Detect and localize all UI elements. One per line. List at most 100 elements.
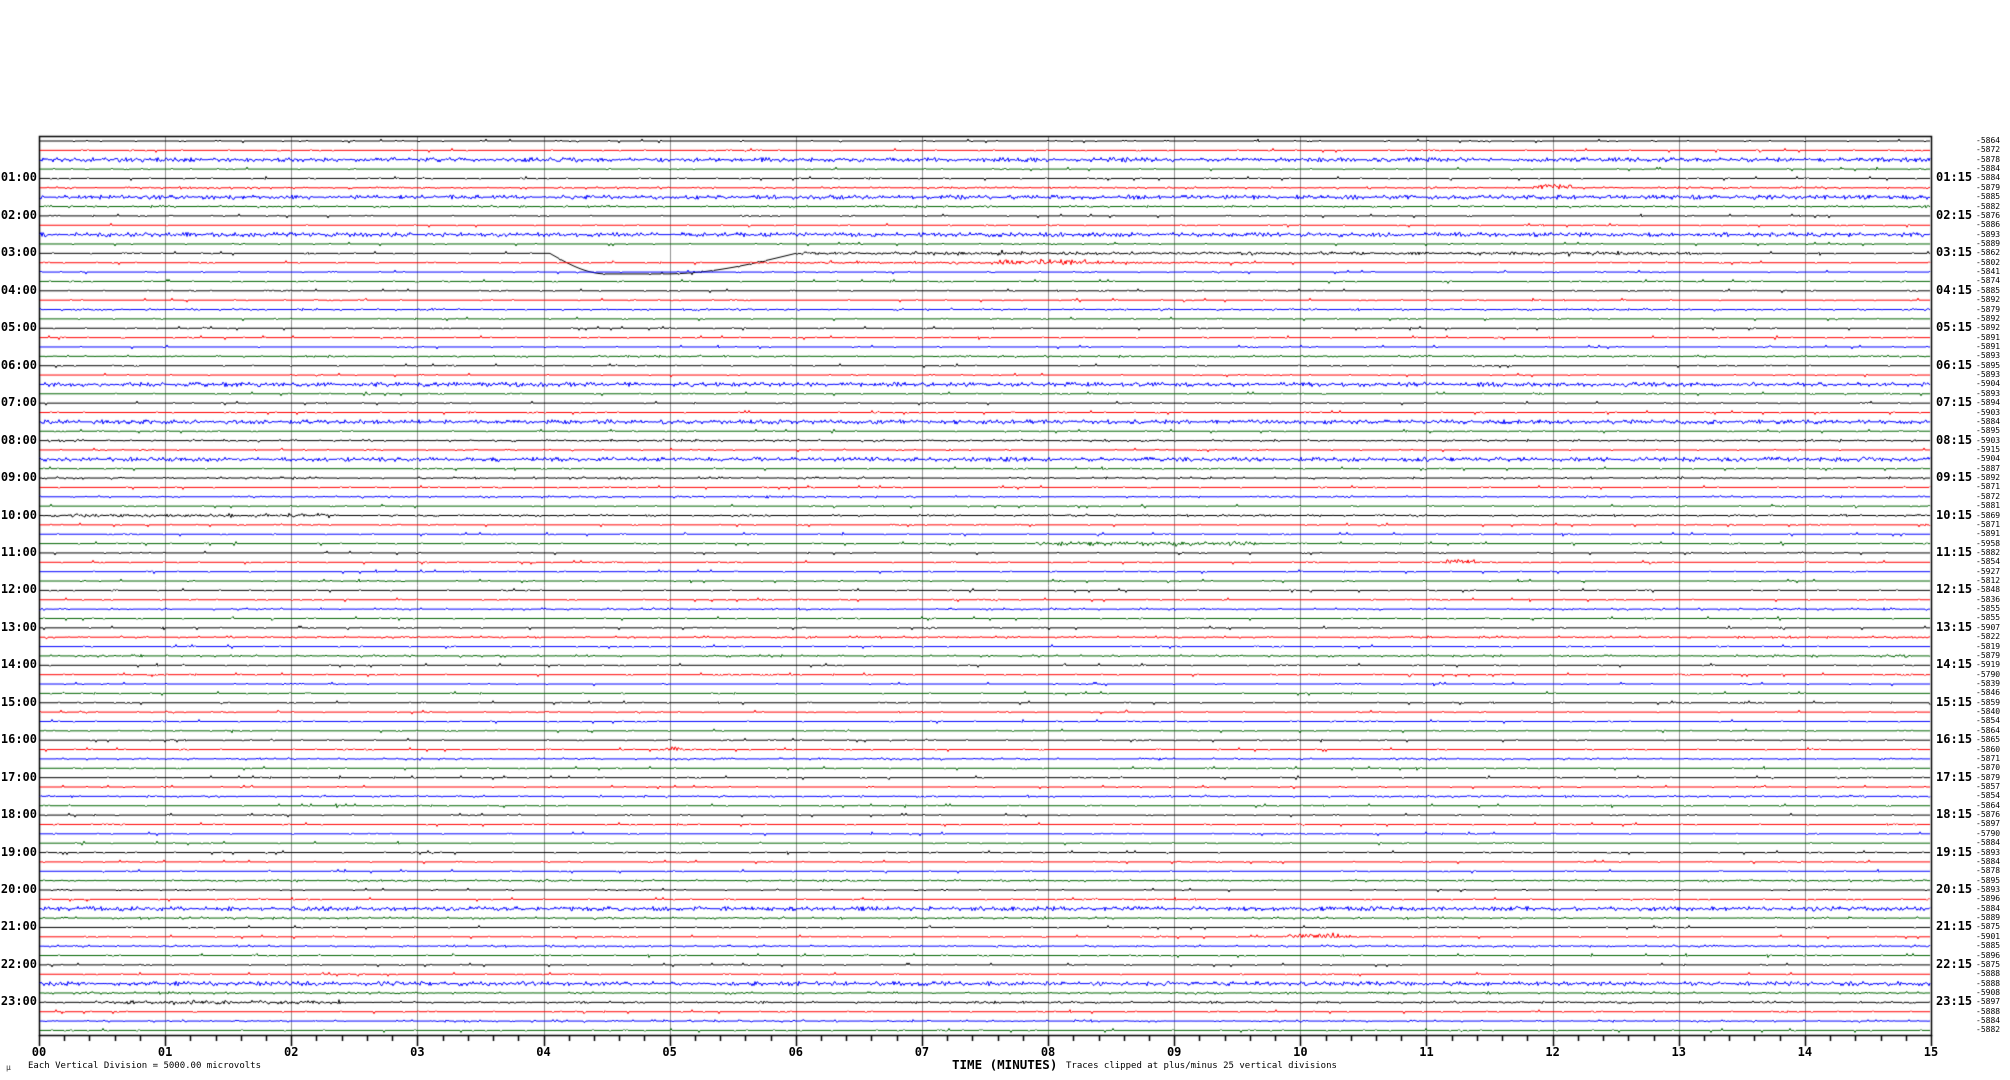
trace-offset-value: -5891 — [1976, 341, 2001, 351]
hour-label-left: 18:00 — [0, 807, 37, 822]
hour-label-right: 23:15 — [1936, 994, 1973, 1009]
hour-label-left: 15:00 — [0, 694, 37, 709]
minute-label: 15 — [1923, 1045, 1939, 1059]
hour-label-right: 22:15 — [1936, 956, 1973, 971]
minute-label: 00 — [31, 1045, 47, 1059]
hour-label-left: 03:00 — [0, 245, 37, 260]
trace-offset-value: -5919 — [1976, 660, 2001, 670]
trace-offset-value: -5879 — [1976, 772, 2001, 782]
trace-offset-value: -5884 — [1976, 1016, 2001, 1026]
trace-offset-value: -5840 — [1976, 707, 2001, 717]
minute-label: 12 — [1545, 1045, 1560, 1059]
trace-offset-value: -5896 — [1976, 894, 2001, 904]
trace-offset-value: -5893 — [1976, 885, 2001, 894]
trace-offset-value: -5892 — [1976, 473, 2001, 483]
hour-label-right: 15:15 — [1936, 694, 1973, 709]
trace-offset-value: -5884 — [1976, 416, 2001, 426]
trace-offset-value: -5895 — [1976, 360, 2001, 370]
trace-offset-value: -5893 — [1976, 229, 2001, 239]
hour-label-right: 01:15 — [1936, 170, 1973, 185]
hour-label-right: 10:15 — [1936, 507, 1973, 522]
trace-offset-value: -5836 — [1976, 594, 2001, 604]
trace-offset-value: -5865 — [1976, 735, 2001, 745]
trace-offset-value: -5927 — [1976, 566, 2001, 576]
minute-label: 14 — [1797, 1045, 1813, 1059]
minute-label: 09 — [1166, 1045, 1182, 1059]
trace-offset-value: -5874 — [1976, 276, 2001, 286]
minute-label: 06 — [788, 1045, 804, 1059]
trace-offset-value: -5897 — [1976, 997, 2001, 1007]
hour-label-right: 02:15 — [1936, 207, 1973, 222]
hour-label-left: 21:00 — [0, 919, 37, 934]
trace-offset-value: -5882 — [1976, 1025, 2001, 1035]
trace-offset-value: -5891 — [1976, 332, 2001, 342]
hour-label-left: 22:00 — [0, 956, 37, 971]
trace-offset-value: -5886 — [1976, 220, 2001, 230]
minute-label: 04 — [536, 1045, 551, 1059]
hour-label-left: 09:00 — [0, 470, 37, 485]
trace-offset-value: -5895 — [1976, 426, 2001, 436]
trace-offset-value: -5879 — [1976, 304, 2001, 314]
hour-label-right: 11:15 — [1936, 544, 1973, 559]
hour-label-right: 03:15 — [1936, 245, 1973, 260]
trace-offset-value: -5892 — [1976, 313, 2001, 323]
hour-label-right: 20:15 — [1936, 882, 1973, 896]
trace-offset-value: -5857 — [1976, 782, 2001, 791]
trace-offset-value: -5855 — [1976, 613, 2001, 623]
minute-label: 02 — [284, 1045, 299, 1059]
hour-label-right: 08:15 — [1936, 432, 1973, 447]
trace-offset-value: -5893 — [1976, 847, 2001, 857]
hour-label-left: 14:00 — [0, 657, 37, 672]
trace-offset-value: -5875 — [1976, 922, 2001, 932]
trace-offset-value: -5888 — [1976, 978, 2001, 988]
trace-offset-value: -5892 — [1976, 323, 2001, 333]
trace-offset-value: -5896 — [1976, 950, 2001, 960]
trace-offset-value: -5893 — [1976, 370, 2001, 380]
trace-offset-value: -5862 — [1976, 248, 2001, 258]
trace-offset-value: -5876 — [1976, 810, 2001, 820]
trace-offset-value: -5958 — [1976, 538, 2001, 548]
trace-offset-value: -5854 — [1976, 716, 2001, 726]
hour-label-right: 16:15 — [1936, 732, 1973, 747]
hour-label-right: 17:15 — [1936, 769, 1973, 784]
trace-offset-value: -5822 — [1976, 632, 2001, 642]
trace-offset-value: -5839 — [1976, 679, 2001, 689]
trace-offset-value: -5888 — [1976, 969, 2001, 979]
minute-label: 03 — [410, 1045, 425, 1059]
trace-offset-value: -5894 — [1976, 398, 2001, 408]
trace-offset-value: -5841 — [1976, 267, 2001, 277]
hour-label-right: 09:15 — [1936, 470, 1973, 485]
scale-note: Each Vertical Division = 5000.00 microvo… — [28, 1061, 261, 1071]
seismogram-plot — [0, 0, 2010, 1080]
trace-offset-value: -5790 — [1976, 828, 2001, 838]
trace-offset-value: -5875 — [1976, 959, 2001, 969]
hour-label-left: 02:00 — [0, 207, 37, 222]
trace-offset-value: -5895 — [1976, 875, 2001, 885]
webicorder-page: P atras S eismology L ab Oct19,2025 DSF … — [0, 0, 2010, 1080]
xaxis-title: TIME (MINUTES) — [952, 1057, 1058, 1072]
trace-offset-value: -5885 — [1976, 941, 2001, 951]
trace-offset-value: -5846 — [1976, 688, 2001, 698]
trace-offset-value: -5884 — [1976, 173, 2001, 183]
trace-offset-value: -5879 — [1976, 650, 2001, 660]
trace-offset-value: -5897 — [1976, 819, 2001, 829]
minute-label: 13 — [1671, 1045, 1686, 1059]
hour-label-left: 08:00 — [0, 432, 37, 447]
hour-label-right: 14:15 — [1936, 657, 1973, 672]
trace-offset-value: -5878 — [1976, 866, 2001, 876]
trace-offset-value: -5884 — [1976, 838, 2001, 848]
trace-offset-value: -5802 — [1976, 257, 2001, 267]
trace-offset-value: -5904 — [1976, 379, 2001, 389]
hour-label-left: 16:00 — [0, 732, 37, 747]
trace-offset-value: -5915 — [1976, 444, 2001, 454]
trace-offset-value: -5908 — [1976, 987, 2001, 997]
trace-offset-value: -5893 — [1976, 388, 2001, 398]
hour-label-right: 12:15 — [1936, 582, 1973, 597]
trace-offset-value: -5887 — [1976, 463, 2001, 473]
trace-offset-value: -5864 — [1976, 725, 2001, 735]
trace-offset-value: -5870 — [1976, 763, 2001, 773]
trace-offset-value: -5879 — [1976, 182, 2001, 192]
trace-offset-value: -5790 — [1976, 669, 2001, 679]
clip-note: Traces clipped at plus/minus 25 vertical… — [1066, 1061, 1337, 1071]
trace-offset-value: -5891 — [1976, 529, 2001, 539]
